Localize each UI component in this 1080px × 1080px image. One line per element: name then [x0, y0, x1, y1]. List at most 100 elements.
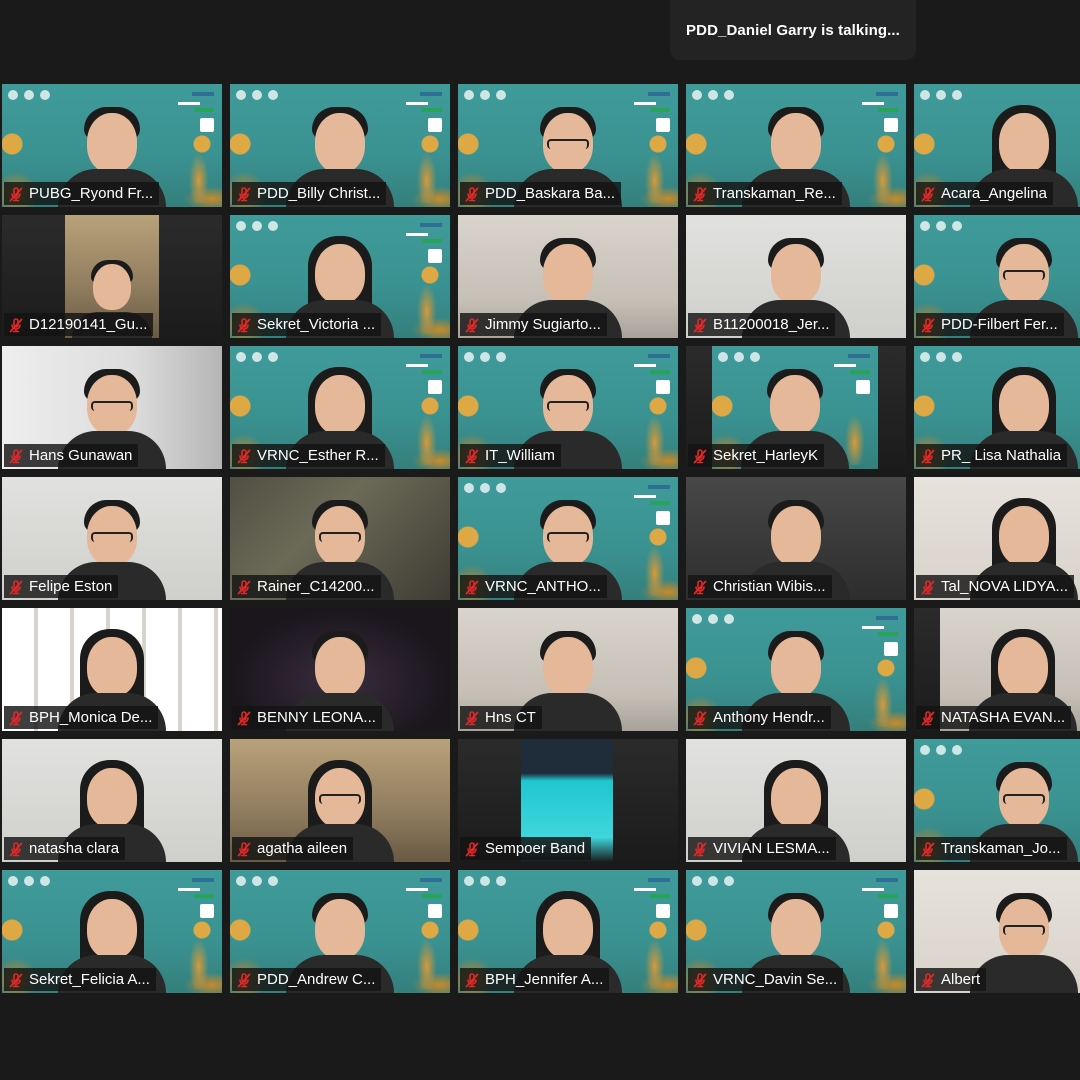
microphone-muted-icon	[236, 186, 252, 202]
virtual-background-logos	[464, 90, 506, 100]
participant-video-tile[interactable]: Sekret_Victoria ...	[230, 215, 450, 338]
participant-name: NATASHA EVAN...	[941, 709, 1066, 726]
participant-name-label: BPH_Jennifer A...	[460, 968, 610, 991]
participant-name: Sekret_Felicia A...	[29, 971, 150, 988]
participant-video-tile[interactable]: Hans Gunawan	[2, 346, 222, 469]
participant-video-tile[interactable]: VRNC_Esther R...	[230, 346, 450, 469]
participant-video-tile[interactable]: PDD_Baskara Ba...	[458, 84, 678, 207]
glasses	[91, 401, 133, 411]
participant-video-tile[interactable]: natasha clara	[2, 739, 222, 862]
participant-name-label: PUBG_Ryond Fr...	[4, 182, 160, 205]
participant-video-tile[interactable]: PDD_Andrew C...	[230, 870, 450, 993]
face	[87, 768, 137, 828]
seaweed-decoration	[170, 147, 218, 203]
participant-name: VRNC_Davin Se...	[713, 971, 838, 988]
microphone-muted-icon	[692, 841, 708, 857]
sponsor-logo	[176, 90, 216, 116]
participant-video-tile[interactable]: Jimmy Sugiarto...	[458, 215, 678, 338]
participant-video-tile[interactable]: Sempoer Band	[458, 739, 678, 862]
face	[543, 899, 593, 959]
participant-name-label: Felipe Eston	[4, 575, 119, 598]
badge-logo	[884, 118, 898, 132]
participant-video-tile[interactable]: Transkaman_Jo...	[914, 739, 1080, 862]
participant-name: VRNC_Esther R...	[257, 447, 379, 464]
participant-video-tile[interactable]: D12190141_Gu...	[2, 215, 222, 338]
participant-video-tile[interactable]: PDD_Billy Christ...	[230, 84, 450, 207]
participant-video-tile[interactable]: VIVIAN LESMA...	[686, 739, 906, 862]
face	[999, 506, 1049, 566]
microphone-muted-icon	[8, 841, 24, 857]
participant-video-tile[interactable]: Transkaman_Re...	[686, 84, 906, 207]
participant-video-tile[interactable]: Anthony Hendr...	[686, 608, 906, 731]
participant-video-tile[interactable]: PUBG_Ryond Fr...	[2, 84, 222, 207]
participant-video-tile[interactable]: BPH_Jennifer A...	[458, 870, 678, 993]
participant-name-label: Transkaman_Re...	[688, 182, 842, 205]
participant-video-tile[interactable]: Acara_Angelina	[914, 84, 1080, 207]
participant-name-label: PDD_Baskara Ba...	[460, 182, 622, 205]
participant-name: Transkaman_Re...	[713, 185, 836, 202]
participant-video-tile[interactable]: Tal_NOVA LIDYA...	[914, 477, 1080, 600]
badge-logo	[856, 380, 870, 394]
active-speaker-banner: PDD_Daniel Garry is talking...	[670, 0, 916, 60]
participant-video-tile[interactable]: PR_ Lisa Nathalia	[914, 346, 1080, 469]
participant-name-label: natasha clara	[4, 837, 126, 860]
participant-name: Albert	[941, 971, 981, 988]
participant-name-label: Hans Gunawan	[4, 444, 139, 467]
badge-logo	[656, 511, 670, 525]
microphone-muted-icon	[464, 448, 480, 464]
participant-name: Tal_NOVA LIDYA...	[941, 578, 1068, 595]
participant-name: B11200018_Jer...	[713, 316, 830, 333]
participant-video-tile[interactable]: Albert	[914, 870, 1080, 993]
participant-video-tile[interactable]: Hns CT	[458, 608, 678, 731]
microphone-muted-icon	[692, 186, 708, 202]
participant-name: BPH_Jennifer A...	[485, 971, 604, 988]
participant-name: Acara_Angelina	[941, 185, 1047, 202]
seaweed-decoration	[626, 409, 674, 465]
participant-name: VIVIAN LESMA...	[713, 840, 830, 857]
microphone-muted-icon	[236, 448, 252, 464]
participant-video-tile[interactable]: Sekret_Felicia A...	[2, 870, 222, 993]
badge-logo	[428, 118, 442, 132]
participant-video-tile[interactable]: B11200018_Jer...	[686, 215, 906, 338]
microphone-muted-icon	[692, 317, 708, 333]
participant-video-tile[interactable]: BENNY LEONA...	[230, 608, 450, 731]
badge-logo	[656, 118, 670, 132]
sponsor-logo	[632, 876, 672, 902]
participant-video-tile[interactable]: NATASHA EVAN...	[914, 608, 1080, 731]
participant-name: IT_William	[485, 447, 555, 464]
participant-video-tile[interactable]: Rainer_C14200...	[230, 477, 450, 600]
participant-video-tile[interactable]: Felipe Eston	[2, 477, 222, 600]
badge-logo	[428, 249, 442, 263]
face	[771, 506, 821, 566]
participant-video-tile[interactable]: Christian Wibis...	[686, 477, 906, 600]
face	[315, 244, 365, 304]
microphone-muted-icon	[236, 841, 252, 857]
virtual-background-logos	[464, 876, 506, 886]
badge-logo	[884, 642, 898, 656]
participant-video-tile[interactable]: VRNC_ANTHO...	[458, 477, 678, 600]
virtual-background-logos	[464, 483, 506, 493]
participant-name-label: PDD_Andrew C...	[232, 968, 382, 991]
face	[543, 244, 593, 304]
participant-video-tile[interactable]: Sekret_HarleyK	[686, 346, 906, 469]
microphone-muted-icon	[8, 448, 24, 464]
sponsor-logo	[860, 90, 900, 116]
microphone-muted-icon	[920, 186, 936, 202]
participant-name: PDD_Andrew C...	[257, 971, 376, 988]
virtual-background-logos	[692, 90, 734, 100]
participant-video-tile[interactable]: BPH_Monica De...	[2, 608, 222, 731]
participant-name-label: Anthony Hendr...	[688, 706, 831, 729]
microphone-muted-icon	[8, 186, 24, 202]
participant-video-tile[interactable]: PDD-Filbert Fer...	[914, 215, 1080, 338]
participant-video-tile[interactable]: agatha aileen	[230, 739, 450, 862]
seaweed-decoration	[626, 540, 674, 596]
sponsor-logo	[860, 614, 900, 640]
participant-video-tile[interactable]: VRNC_Davin Se...	[686, 870, 906, 993]
participant-name-label: Hns CT	[460, 706, 542, 729]
participant-video-tile[interactable]: IT_William	[458, 346, 678, 469]
participant-name: agatha aileen	[257, 840, 348, 857]
glasses	[1003, 794, 1045, 804]
seaweed-decoration	[398, 933, 446, 989]
face	[315, 899, 365, 959]
participant-name-label: Sempoer Band	[460, 837, 592, 860]
